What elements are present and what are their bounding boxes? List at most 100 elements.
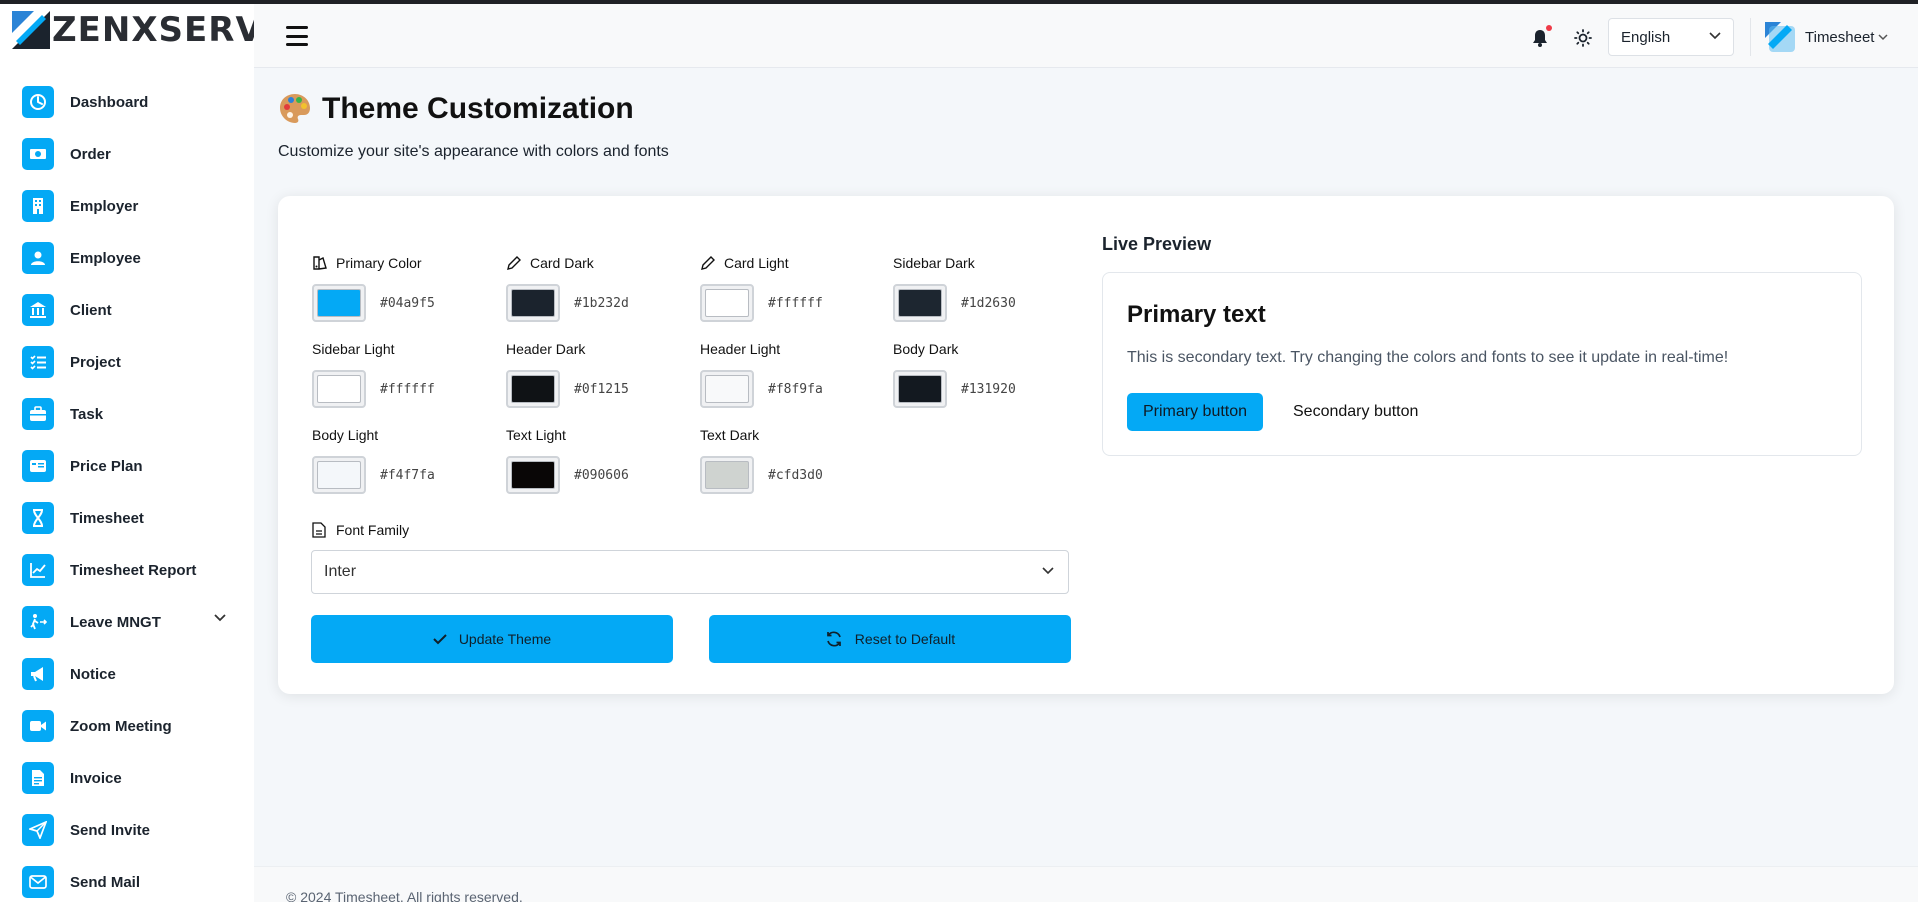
avatar xyxy=(1765,22,1795,52)
live-preview-title: Live Preview xyxy=(1102,234,1212,254)
pencil-icon xyxy=(701,256,715,270)
palette-outline-icon xyxy=(313,256,327,270)
chart-line-icon xyxy=(22,554,54,586)
palette-icon xyxy=(280,94,310,123)
header-light-label: Header Light xyxy=(700,341,781,357)
sidebar-item-label: Price Plan xyxy=(70,457,143,475)
notifications-button[interactable] xyxy=(1524,22,1556,54)
page-footer: © 2024 Timesheet. All rights reserved. xyxy=(254,866,1918,902)
font-family-label: Font Family xyxy=(336,522,410,538)
sidebar-item-label: Send Mail xyxy=(70,873,141,891)
sidebar-item-label: Project xyxy=(70,353,121,371)
font-family-value: Inter xyxy=(324,563,357,580)
card-light-field: Card Light #ffffff xyxy=(700,254,880,322)
video-icon xyxy=(22,710,54,742)
brand-logo[interactable]: ZENXSERV xyxy=(12,10,263,50)
text-light-label: Text Light xyxy=(506,427,566,443)
bell-icon xyxy=(1533,30,1547,47)
send-icon xyxy=(22,814,54,846)
sidebar-item-price-plan[interactable]: Price Plan xyxy=(0,440,254,492)
primary-color-swatch[interactable] xyxy=(312,284,366,322)
sidebar-light-hex: #ffffff xyxy=(380,381,435,397)
body-light-hex: #f4f7fa xyxy=(380,467,435,483)
sidebar-item-send-invite[interactable]: Send Invite xyxy=(0,804,254,856)
sidebar-item-leave-mngt[interactable]: Leave MNGT xyxy=(0,596,254,648)
sidebar-item-client[interactable]: Client xyxy=(0,284,254,336)
sidebar-item-timesheet[interactable]: Timesheet xyxy=(0,492,254,544)
sidebar-item-label: Dashboard xyxy=(70,93,149,111)
card-dark-label: Card Dark xyxy=(530,255,594,271)
preview-primary-button[interactable]: Primary button xyxy=(1127,393,1264,431)
checklist-icon xyxy=(22,346,54,378)
card-light-swatch[interactable] xyxy=(700,284,754,322)
live-preview-panel: Primary text This is secondary text. Try… xyxy=(1102,272,1862,456)
text-light-swatch[interactable] xyxy=(506,456,560,494)
header-dark-swatch[interactable] xyxy=(506,370,560,408)
sidebar-light-label: Sidebar Light xyxy=(312,341,395,357)
sidebar-item-label: Task xyxy=(70,405,104,423)
sidebar-item-employee[interactable]: Employee xyxy=(0,232,254,284)
sidebar-dark-field: Sidebar Dark #1d2630 xyxy=(893,254,1073,322)
card-light-hex: #ffffff xyxy=(768,295,823,311)
primary-color-field: Primary Color #04a9f5 xyxy=(312,254,492,322)
theme-toggle-button[interactable] xyxy=(1567,22,1599,54)
card-dark-field: Card Dark #1b232d xyxy=(506,254,686,322)
header-light-hex: #f8f9fa xyxy=(768,381,823,397)
primary-color-hex: #04a9f5 xyxy=(380,295,435,311)
body-dark-swatch[interactable] xyxy=(893,370,947,408)
sidebar-item-invoice[interactable]: Invoice xyxy=(0,752,254,804)
sidebar-item-label: Timesheet Report xyxy=(70,561,197,579)
header-light-swatch[interactable] xyxy=(700,370,754,408)
sidebar-item-zoom-meeting[interactable]: Zoom Meeting xyxy=(0,700,254,752)
page-subtitle: Customize your site's appearance with co… xyxy=(278,143,669,160)
text-dark-swatch[interactable] xyxy=(700,456,754,494)
chevron-down-icon[interactable] xyxy=(214,614,226,622)
sidebar-item-dashboard[interactable]: Dashboard xyxy=(0,76,254,128)
sidebar-item-label: Leave MNGT xyxy=(70,613,161,631)
briefcase-icon xyxy=(22,398,54,430)
text-dark-hex: #cfd3d0 xyxy=(768,467,823,483)
page-title-text: Theme Customization xyxy=(322,92,634,125)
sidebar-item-timesheet-report[interactable]: Timesheet Report xyxy=(0,544,254,596)
sidebar-item-employer[interactable]: Employer xyxy=(0,180,254,232)
sidebar-item-label: Notice xyxy=(70,665,116,683)
top-header: English Timesheet xyxy=(254,4,1918,68)
sidebar-item-send-mail[interactable]: Send Mail xyxy=(0,856,254,902)
text-light-field: Text Light #090606 xyxy=(506,426,686,494)
hamburger-menu-icon[interactable] xyxy=(286,26,308,46)
language-select[interactable]: English xyxy=(1608,18,1734,56)
primary-color-label: Primary Color xyxy=(336,255,422,271)
megaphone-icon xyxy=(22,658,54,690)
check-icon xyxy=(433,634,447,645)
sidebar-item-notice[interactable]: Notice xyxy=(0,648,254,700)
card-dark-swatch[interactable] xyxy=(506,284,560,322)
body-light-swatch[interactable] xyxy=(312,456,366,494)
mail-icon xyxy=(22,866,54,898)
reset-default-button[interactable]: Reset to Default xyxy=(709,615,1071,663)
header-dark-field: Header Dark #0f1215 xyxy=(506,340,686,408)
sidebar-light-swatch[interactable] xyxy=(312,370,366,408)
sidebar-item-order[interactable]: Order xyxy=(0,128,254,180)
font-family-select[interactable]: Inter xyxy=(311,550,1069,594)
sidebar-dark-hex: #1d2630 xyxy=(961,295,1016,311)
update-theme-button[interactable]: Update Theme xyxy=(311,615,673,663)
preview-primary-text: Primary text xyxy=(1127,301,1266,328)
sidebar-item-label: Invoice xyxy=(70,769,122,787)
header-dark-label: Header Dark xyxy=(506,341,586,357)
body-light-label: Body Light xyxy=(312,427,379,443)
dashboard-icon xyxy=(22,86,54,118)
footer-copyright: © 2024 Timesheet. All rights reserved. xyxy=(286,889,523,902)
user-menu[interactable]: Timesheet xyxy=(1750,18,1889,56)
sidebar-dark-swatch[interactable] xyxy=(893,284,947,322)
document-icon xyxy=(312,522,326,538)
preview-secondary-button[interactable]: Secondary button xyxy=(1281,393,1430,431)
sidebar-item-label: Employer xyxy=(70,197,139,215)
hourglass-icon xyxy=(22,502,54,534)
sidebar-item-label: Send Invite xyxy=(70,821,151,839)
reset-default-label: Reset to Default xyxy=(854,631,956,647)
sidebar-dark-label: Sidebar Dark xyxy=(893,255,975,271)
card-dark-hex: #1b232d xyxy=(574,295,629,311)
user-icon xyxy=(22,242,54,274)
sidebar-item-task[interactable]: Task xyxy=(0,388,254,440)
sidebar-item-project[interactable]: Project xyxy=(0,336,254,388)
